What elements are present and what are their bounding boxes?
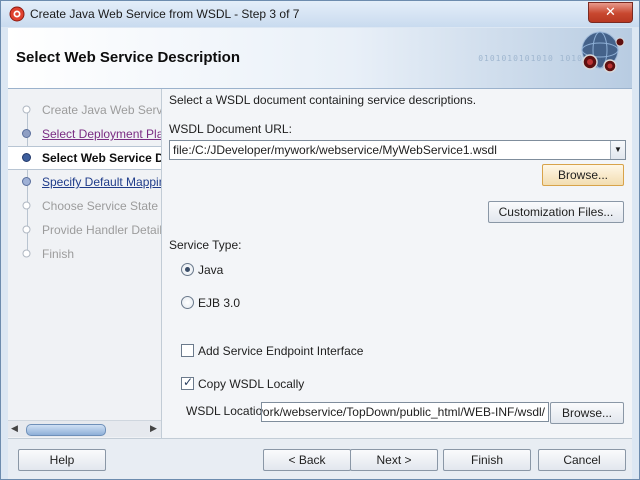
jdeveloper-app-icon [9, 6, 25, 22]
close-icon: ✕ [605, 4, 616, 19]
window-title: Create Java Web Service from WSDL - Step… [30, 7, 300, 21]
customization-files-button[interactable]: Customization Files... [488, 201, 624, 223]
wizard-footer: Help < Back Next > Finish Cancel [8, 438, 632, 479]
step-create-java-web-service: Create Java Web Servic [8, 99, 161, 121]
step-pending-icon [22, 249, 31, 258]
close-button[interactable]: ✕ [588, 2, 633, 23]
next-button[interactable]: Next > [350, 449, 438, 471]
step-label: Finish [42, 247, 75, 261]
step-visited-icon [22, 129, 31, 138]
step-form: Select a WSDL document containing servic… [162, 89, 632, 438]
step-specify-default-mapping[interactable]: Specify Default Mapping [8, 171, 161, 193]
wsdl-location-value: /mywork/webservice/TopDown/public_html/W… [261, 405, 545, 419]
scroll-right-icon[interactable]: ▶ [150, 424, 158, 433]
step-provide-handler-details: Provide Handler Details [8, 219, 161, 241]
radio-selected-dot [185, 267, 190, 272]
copy-wsdl-label[interactable]: Copy WSDL Locally [198, 377, 304, 391]
title-bar: Create Java Web Service from WSDL - Step… [1, 1, 639, 27]
step-choose-service-state: Choose Service State [8, 195, 161, 217]
step-pending-icon [22, 201, 31, 210]
step-label: Choose Service State [42, 199, 159, 213]
scroll-left-icon[interactable]: ◀ [11, 424, 19, 433]
instruction-text: Select a WSDL document containing servic… [169, 93, 477, 107]
steps-horizontal-scrollbar[interactable]: ◀ ▶ [8, 420, 161, 437]
step-select-deployment-platform[interactable]: Select Deployment Platf [8, 123, 161, 145]
wizard-steps-panel: Create Java Web Servic Select Deployment… [8, 89, 161, 438]
help-button[interactable]: Help [18, 449, 106, 471]
browse-wsdl-button[interactable]: Browse... [542, 164, 624, 186]
radio-java[interactable] [181, 263, 194, 276]
wsdl-url-combobox[interactable]: file:/C:/JDeveloper/mywork/webservice/My… [169, 140, 626, 160]
service-type-label: Service Type: [169, 238, 242, 252]
wizard-header: Select Web Service Description 010101010… [8, 28, 632, 89]
step-link-icon [22, 177, 31, 186]
step-label: Create Java Web Servic [42, 103, 161, 117]
step-label: Provide Handler Details [42, 223, 161, 237]
radio-ejb-label[interactable]: EJB 3.0 [198, 296, 240, 310]
radio-ejb[interactable] [181, 296, 194, 309]
step-current-icon [22, 153, 31, 162]
step-label: Specify Default Mapping [42, 175, 161, 189]
cancel-button[interactable]: Cancel [538, 449, 626, 471]
wsdl-location-field[interactable]: /mywork/webservice/TopDown/public_html/W… [261, 402, 549, 422]
finish-button[interactable]: Finish [443, 449, 531, 471]
step-pending-icon [22, 105, 31, 114]
wizard-content: Create Java Web Servic Select Deployment… [8, 89, 632, 438]
wsdl-location-label: WSDL Location: [186, 404, 273, 418]
step-pending-icon [22, 225, 31, 234]
step-label: Select Web Service D [42, 151, 161, 165]
step-select-web-service-description: Select Web Service D [8, 146, 161, 170]
wsdl-url-label: WSDL Document URL: [169, 122, 292, 136]
radio-java-label[interactable]: Java [198, 263, 223, 277]
step-finish: Finish [8, 243, 161, 265]
step-label: Select Deployment Platf [42, 127, 161, 141]
copy-wsdl-checkbox[interactable]: ✓ [181, 375, 194, 390]
check-icon: ✓ [183, 375, 194, 389]
web-service-logo-icon [581, 31, 625, 73]
add-sei-label[interactable]: Add Service Endpoint Interface [198, 344, 363, 358]
wsdl-url-value: file:/C:/JDeveloper/mywork/webservice/My… [173, 143, 497, 157]
chevron-down-icon[interactable]: ▼ [610, 141, 625, 159]
add-sei-checkbox[interactable] [181, 344, 194, 357]
back-button[interactable]: < Back [263, 449, 351, 471]
page-title: Select Web Service Description [16, 49, 240, 66]
wizard-window: Create Java Web Service from WSDL - Step… [0, 0, 640, 480]
browse-location-button[interactable]: Browse... [550, 402, 624, 424]
scrollbar-thumb[interactable] [26, 424, 106, 436]
